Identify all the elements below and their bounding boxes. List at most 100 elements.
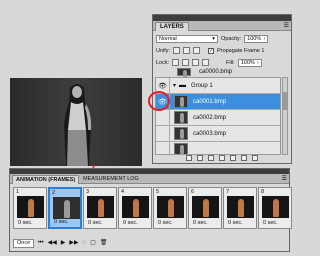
- next-frame-icon[interactable]: ▶▶: [69, 240, 78, 247]
- layer-style-icon[interactable]: [197, 154, 203, 161]
- layer-name: ca0000.bmp: [199, 69, 233, 75]
- frame-delay[interactable]: 0 sec.: [123, 220, 138, 226]
- previous-frame-icon[interactable]: ◀◀: [48, 240, 57, 247]
- frame-number: 4: [121, 189, 125, 195]
- frame-thumbnail: [192, 196, 219, 218]
- tab-measurement-log[interactable]: MEASUREMENT LOG: [80, 175, 142, 184]
- lock-brush-icon[interactable]: [182, 59, 190, 66]
- frame-thumbnail: [17, 196, 44, 218]
- layers-panel: LAYERS ☰ Normal ▾ Opacity: 100% › Unify:…: [152, 14, 292, 164]
- layer-row-ca0001[interactable]: 👁 ca0001.bmp: [156, 93, 280, 110]
- frame-2[interactable]: 2 0 sec.: [48, 187, 82, 229]
- frame-thumbnail: [122, 196, 149, 218]
- frame-delay[interactable]: 0 sec.: [193, 220, 208, 226]
- frame-8[interactable]: 8 0 sec.: [258, 187, 292, 229]
- first-frame-icon[interactable]: ⏮: [38, 240, 43, 247]
- frame-thumbnail: [227, 196, 254, 218]
- layer-name: ca0001.bmp: [193, 98, 227, 105]
- layer-name: ca0002.bmp: [193, 114, 227, 121]
- lock-move-icon[interactable]: [192, 59, 200, 66]
- layer-row-group-1[interactable]: 👁 ▾ ▬ Group 1: [156, 78, 280, 94]
- adjustment-layer-icon[interactable]: [219, 154, 225, 161]
- eye-toggle[interactable]: [156, 109, 170, 126]
- annotation-circle: [148, 91, 170, 111]
- opacity-field[interactable]: 100% ›: [244, 34, 269, 43]
- trash-icon[interactable]: 🗑: [100, 240, 108, 247]
- propagate-checkbox[interactable]: ✓: [208, 47, 215, 54]
- blend-mode-select[interactable]: Normal ▾: [156, 34, 218, 43]
- woman-figure-image: [64, 84, 92, 166]
- layers-tab-row: LAYERS ☰: [153, 21, 291, 31]
- scrollbar-thumb[interactable]: [283, 92, 287, 110]
- frame-number: 6: [191, 189, 195, 195]
- frame-number: 8: [261, 189, 265, 195]
- opacity-label: Opacity:: [221, 35, 242, 42]
- frame-1[interactable]: 1 0 sec.: [13, 187, 47, 229]
- frame-delay[interactable]: 0 sec.: [88, 220, 103, 226]
- frame-delay[interactable]: 0 sec.: [158, 220, 173, 226]
- lock-transparent-icon[interactable]: [172, 59, 180, 66]
- propagate-label: Propagate Frame 1: [217, 47, 265, 54]
- unify-position-icon[interactable]: [173, 47, 181, 54]
- folder-icon: ▬: [179, 82, 187, 89]
- chevron-right-icon: ›: [256, 59, 259, 66]
- frame-delay[interactable]: 0 sec.: [263, 220, 278, 226]
- trash-icon[interactable]: [252, 154, 258, 161]
- layer-row-ca0003[interactable]: ca0003.bmp: [156, 125, 280, 142]
- layer-mask-icon[interactable]: [208, 154, 214, 161]
- opacity-value: 100%: [247, 35, 262, 42]
- frame-3[interactable]: 3 0 sec.: [83, 187, 117, 229]
- layer-thumbnail: [174, 111, 188, 124]
- eye-toggle[interactable]: [156, 125, 170, 142]
- lock-label: Lock:: [156, 59, 170, 66]
- frames-strip: 1 0 sec. 2 0 sec. 3 0 sec. 4 0 sec. 5 0 …: [13, 187, 292, 231]
- tab-layers[interactable]: LAYERS: [155, 22, 189, 31]
- fill-field[interactable]: 100% ›: [237, 58, 262, 67]
- frame-4[interactable]: 4 0 sec.: [118, 187, 152, 229]
- layers-scrollbar[interactable]: [282, 77, 288, 155]
- loop-select[interactable]: Once: [13, 239, 35, 248]
- animation-tab-row: ANIMATION (FRAMES) MEASUREMENT LOG ☰: [10, 174, 289, 184]
- frame-6[interactable]: 6 0 sec.: [188, 187, 222, 229]
- tab-animation-frames[interactable]: ANIMATION (FRAMES): [12, 175, 80, 184]
- layer-name: Group 1: [191, 82, 213, 89]
- duplicate-frame-icon[interactable]: ▢: [90, 240, 96, 247]
- play-icon[interactable]: ▶: [61, 240, 66, 247]
- frame-delay[interactable]: 0 sec.: [228, 220, 243, 226]
- layer-thumbnail: [177, 68, 191, 80]
- frame-thumbnail: [157, 196, 184, 218]
- chevron-down-icon: ▾: [212, 35, 215, 42]
- disclosure-triangle-icon[interactable]: ▾: [173, 82, 176, 89]
- new-group-icon[interactable]: [230, 154, 236, 161]
- frame-number: 2: [52, 190, 56, 196]
- blend-mode-value: Normal: [159, 35, 177, 42]
- fill-label: Fill:: [226, 59, 235, 66]
- frame-7[interactable]: 7 0 sec.: [223, 187, 257, 229]
- canvas-photo: [10, 78, 142, 166]
- unify-visibility-icon[interactable]: [183, 47, 191, 54]
- frame-delay[interactable]: 0 sec.: [54, 219, 69, 225]
- chevron-right-icon: ›: [263, 35, 266, 42]
- frame-number: 5: [156, 189, 160, 195]
- new-layer-icon[interactable]: [241, 154, 247, 161]
- frame-5[interactable]: 5 0 sec.: [153, 187, 187, 229]
- tween-icon[interactable]: ◌: [83, 240, 87, 247]
- layer-name: ca0003.bmp: [193, 130, 227, 137]
- layer-thumbnail: [174, 127, 188, 140]
- frame-delay[interactable]: 0 sec.: [18, 220, 33, 226]
- unify-style-icon[interactable]: [193, 47, 201, 54]
- layer-list: 👁 ▾ ▬ Group 1 👁 ca0001.bmp ca0002.bmp ca…: [155, 77, 281, 155]
- frame-number: 1: [16, 189, 20, 195]
- animation-controls: Once ⏮ ◀◀ ▶ ▶▶ ◌ ▢ 🗑: [13, 239, 108, 248]
- fill-value: 100%: [240, 59, 255, 66]
- panel-menu-icon[interactable]: ☰: [284, 22, 289, 30]
- frame-number: 3: [86, 189, 90, 195]
- panel-menu-icon[interactable]: ☰: [282, 175, 287, 183]
- frame-thumbnail: [53, 197, 80, 219]
- lock-all-icon[interactable]: [202, 59, 210, 66]
- frame-number: 7: [226, 189, 230, 195]
- eye-icon[interactable]: [156, 67, 170, 77]
- layer-row-ca0002[interactable]: ca0002.bmp: [156, 109, 280, 126]
- link-layers-icon[interactable]: [186, 154, 192, 161]
- layers-footer: [153, 153, 291, 162]
